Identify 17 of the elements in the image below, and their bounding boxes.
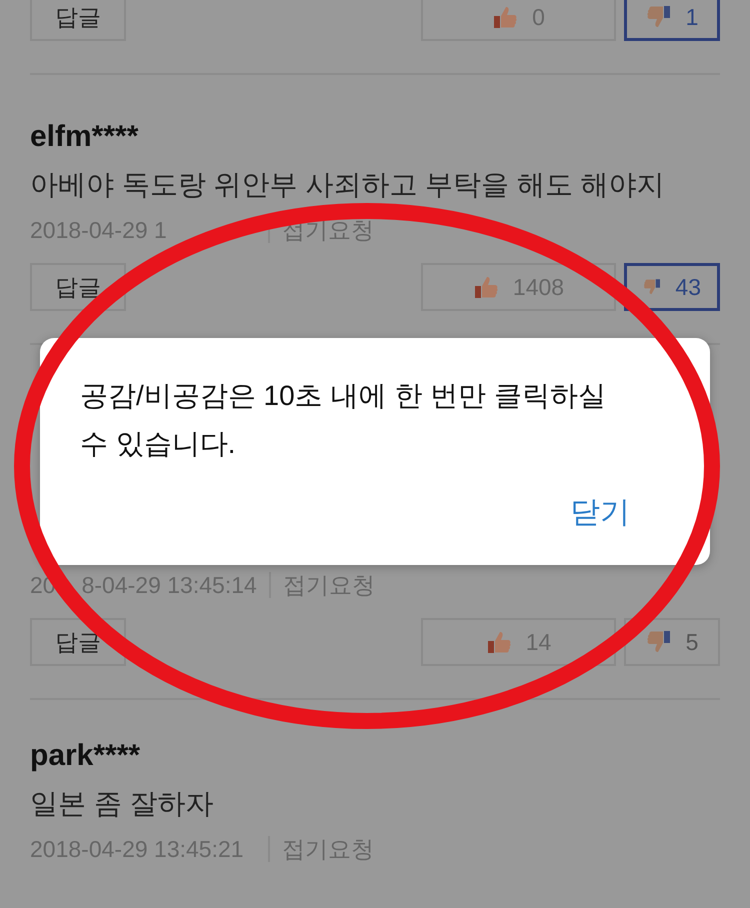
thumbs-up-icon: [472, 274, 499, 300]
comment-text: 아베야 독도랑 위안부 사죄하고 부탁을 해도 해야지: [30, 168, 665, 202]
reply-button[interactable]: 답글: [30, 263, 126, 311]
dislike-button[interactable]: 1: [624, 0, 720, 41]
username: park****: [30, 738, 140, 774]
thumbs-down-icon: [646, 629, 672, 655]
reply-button[interactable]: 답글: [30, 0, 126, 41]
comment-text: 일본 좀 잘하자: [30, 787, 214, 821]
close-button[interactable]: 닫기: [570, 492, 630, 533]
thumbs-up-icon: [492, 4, 518, 30]
username: elfm****: [30, 119, 138, 155]
reply-button[interactable]: 답글: [30, 618, 126, 666]
alert-message: 공감/비공감은 10초 내에 한 번만 클릭하실 수 있습니다.: [80, 379, 607, 461]
dislike-button[interactable]: 43: [624, 263, 720, 311]
dislike-button[interactable]: 5: [624, 618, 720, 666]
thumbs-down-icon: [646, 4, 672, 30]
thumbs-up-icon: [486, 629, 512, 655]
